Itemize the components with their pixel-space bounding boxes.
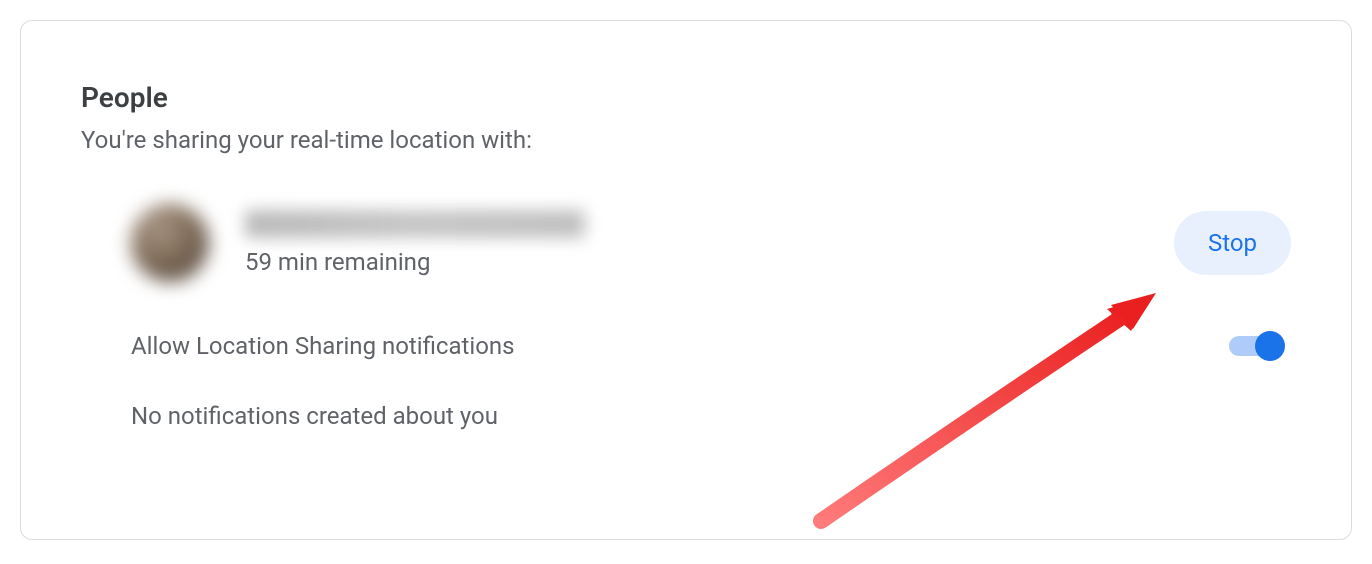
no-notifications-text: No notifications created about you (131, 402, 1291, 430)
notifications-row: Allow Location Sharing notifications (131, 332, 1291, 360)
allow-notifications-label: Allow Location Sharing notifications (131, 332, 515, 360)
notifications-toggle[interactable] (1229, 336, 1281, 356)
remaining-time: 59 min remaining (245, 248, 1174, 276)
section-title: People (81, 81, 1291, 114)
people-card: People You're sharing your real-time loc… (20, 20, 1352, 540)
person-row: 59 min remaining Stop (131, 204, 1291, 282)
person-email-redacted (245, 210, 585, 238)
avatar (131, 204, 209, 282)
stop-button[interactable]: Stop (1174, 211, 1291, 275)
person-info: 59 min remaining (245, 210, 1174, 276)
toggle-knob (1255, 331, 1285, 361)
annotation-arrow-icon (811, 271, 1171, 531)
section-subtitle: You're sharing your real-time location w… (81, 126, 1291, 154)
